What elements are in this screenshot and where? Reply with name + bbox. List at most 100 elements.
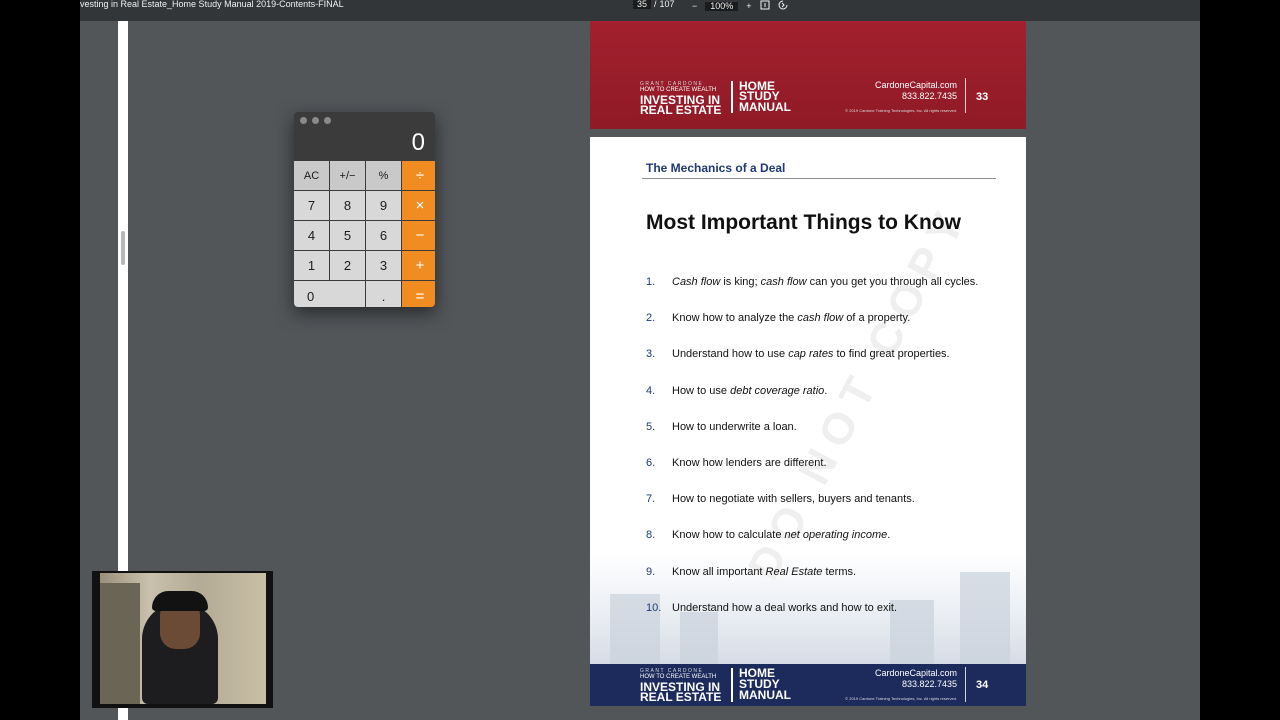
emphasis-term: debt coverage ratio xyxy=(730,384,825,397)
text-run: terms. xyxy=(822,565,857,578)
emphasis-term: Cash flow xyxy=(672,276,721,288)
background-door xyxy=(100,583,140,704)
pdf-toolbar: vesting in Real Estate_Home Study Manual… xyxy=(80,0,1200,21)
page-number: 33 xyxy=(976,91,989,103)
subtract-key[interactable]: − xyxy=(402,221,435,250)
add-key[interactable]: + xyxy=(402,251,435,280)
digit-8-key[interactable]: 8 xyxy=(330,191,365,220)
digit-2-key[interactable]: 2 xyxy=(330,251,365,280)
list-item-number: 5. xyxy=(646,420,656,433)
copyright-text: © 2019 Cardone Training Technologies, In… xyxy=(845,696,957,701)
phone-text: 833.822.7435 xyxy=(901,679,957,689)
zoom-out-button[interactable]: − xyxy=(692,1,697,11)
close-window-button[interactable] xyxy=(300,117,307,124)
list-item: 3. Understand how to use cap rates to fin… xyxy=(646,348,978,384)
percent-key[interactable]: % xyxy=(366,161,401,190)
list-item-text: How to use debt coverage ratio. xyxy=(672,385,827,421)
list-item-number: 10. xyxy=(646,601,662,614)
pdf-page: DO NOT COPY The Mechanics of a Deal Most… xyxy=(590,137,1026,664)
digit-1-key[interactable]: 1 xyxy=(294,251,329,280)
list-item: 2. Know how to analyze the cash flow of a… xyxy=(646,312,978,348)
text-run: Know how lenders are different. xyxy=(672,456,827,469)
brand-line-real-estate: REAL ESTATE xyxy=(640,690,722,704)
webcam-video xyxy=(100,573,266,704)
digit-4-key[interactable]: 4 xyxy=(294,221,329,250)
zoom-window-button[interactable] xyxy=(324,117,331,124)
key-points-list: 1. Cash flow is king; cash flow can you g… xyxy=(646,276,978,638)
minimize-window-button[interactable] xyxy=(312,117,319,124)
list-item-number: 4. xyxy=(646,384,656,397)
zoom-in-button[interactable]: + xyxy=(746,1,751,11)
digit-7-key[interactable]: 7 xyxy=(294,191,329,220)
digit-9-key[interactable]: 9 xyxy=(366,191,401,220)
digit-6-key[interactable]: 6 xyxy=(366,221,401,250)
manual-word-manual: MANUAL xyxy=(739,100,791,114)
text-run: Understand how to use xyxy=(672,348,789,361)
brand-line-real-estate: REAL ESTATE xyxy=(640,103,722,117)
digit-0-key[interactable]: 0 xyxy=(294,281,365,307)
list-item-number: 6. xyxy=(646,456,656,469)
sign-toggle-key[interactable]: +/− xyxy=(330,161,365,190)
brand-divider xyxy=(731,668,733,702)
list-item-text: Know how to calculate net operating inco… xyxy=(672,529,890,565)
calculator-window: 0 AC +/− % ÷ 7 8 9 × 4 5 6 − 1 2 3 + 0 .… xyxy=(294,112,435,307)
list-item-text: How to negotiate with sellers, buyers an… xyxy=(672,493,915,529)
zoom-input[interactable]: 100% xyxy=(705,1,739,11)
page-number-divider xyxy=(965,667,966,702)
manual-word-manual: MANUAL xyxy=(739,688,791,702)
website-text: CardoneCapital.com xyxy=(874,80,957,90)
divide-key[interactable]: ÷ xyxy=(402,161,435,190)
page-33-footer-band: GRANT CARDONE HOW TO CREATE WEALTH INVES… xyxy=(590,21,1026,129)
scrollbar-thumb[interactable] xyxy=(121,231,125,265)
list-item: 9. Know all important Real Estate terms. xyxy=(646,566,978,602)
calculator-keypad: AC +/− % ÷ 7 8 9 × 4 5 6 − 1 2 3 + 0 . = xyxy=(294,161,435,307)
page-number: 34 xyxy=(976,679,989,691)
page-number-input[interactable]: 35 xyxy=(633,0,652,9)
list-item-text: Understand how a deal works and how to e… xyxy=(672,602,897,638)
page-number-divider xyxy=(965,78,966,113)
text-run: Know how to analyze the xyxy=(672,312,798,325)
list-item-text: Understand how to use cap rates to find … xyxy=(672,348,950,384)
list-item: 6. Know how lenders are different. xyxy=(646,457,978,493)
list-item-number: 3. xyxy=(646,348,656,361)
text-run: . xyxy=(824,384,828,397)
list-item-text: Cash flow is king; cash flow can you get… xyxy=(672,276,978,312)
list-item-number: 8. xyxy=(646,529,656,542)
emphasis-term: cap rates xyxy=(788,348,834,361)
window-controls xyxy=(300,117,331,124)
emphasis-term: net operating income xyxy=(784,529,888,542)
text-run: How to negotiate with sellers, buyers an… xyxy=(672,493,915,506)
text-run: How to underwrite a loan. xyxy=(672,420,797,433)
website-text: CardoneCapital.com xyxy=(874,668,957,678)
rotate-icon[interactable] xyxy=(778,0,788,12)
page-total: 107 xyxy=(659,0,675,9)
list-item-number: 9. xyxy=(646,565,656,578)
page-separator: / xyxy=(654,0,657,9)
list-item-number: 7. xyxy=(646,493,656,506)
list-item: 1. Cash flow is king; cash flow can you g… xyxy=(646,276,978,312)
text-run: Know how to calculate xyxy=(672,529,785,542)
text-run: to find great properties. xyxy=(833,348,950,361)
list-item-text: Know how lenders are different. xyxy=(672,457,827,493)
text-run: of a property. xyxy=(843,312,911,325)
list-item: 5. How to underwrite a loan. xyxy=(646,421,978,457)
decimal-key[interactable]: . xyxy=(366,281,401,307)
list-item: 8. Know how to calculate net operating in… xyxy=(646,529,978,565)
calculator-display: 0 xyxy=(411,129,425,156)
list-item: 7. How to negotiate with sellers, buyers … xyxy=(646,493,978,529)
fit-page-icon[interactable] xyxy=(760,0,770,12)
emphasis-term: cash flow xyxy=(797,312,844,325)
section-heading: The Mechanics of a Deal xyxy=(646,161,786,175)
digit-5-key[interactable]: 5 xyxy=(330,221,365,250)
equals-key[interactable]: = xyxy=(402,281,435,307)
digit-3-key[interactable]: 3 xyxy=(366,251,401,280)
phone-text: 833.822.7435 xyxy=(901,91,957,101)
clear-key[interactable]: AC xyxy=(294,161,329,190)
text-run: How to use xyxy=(672,384,731,397)
multiply-key[interactable]: × xyxy=(402,191,435,220)
text-run: can you get you through all cycles. xyxy=(806,276,979,288)
list-item-number: 1. xyxy=(646,276,656,288)
list-item: 10. Understand how a deal works and how t… xyxy=(646,602,978,638)
text-run: Understand how a deal works and how to e… xyxy=(672,601,898,614)
document-title: vesting in Real Estate_Home Study Manual… xyxy=(80,0,344,9)
